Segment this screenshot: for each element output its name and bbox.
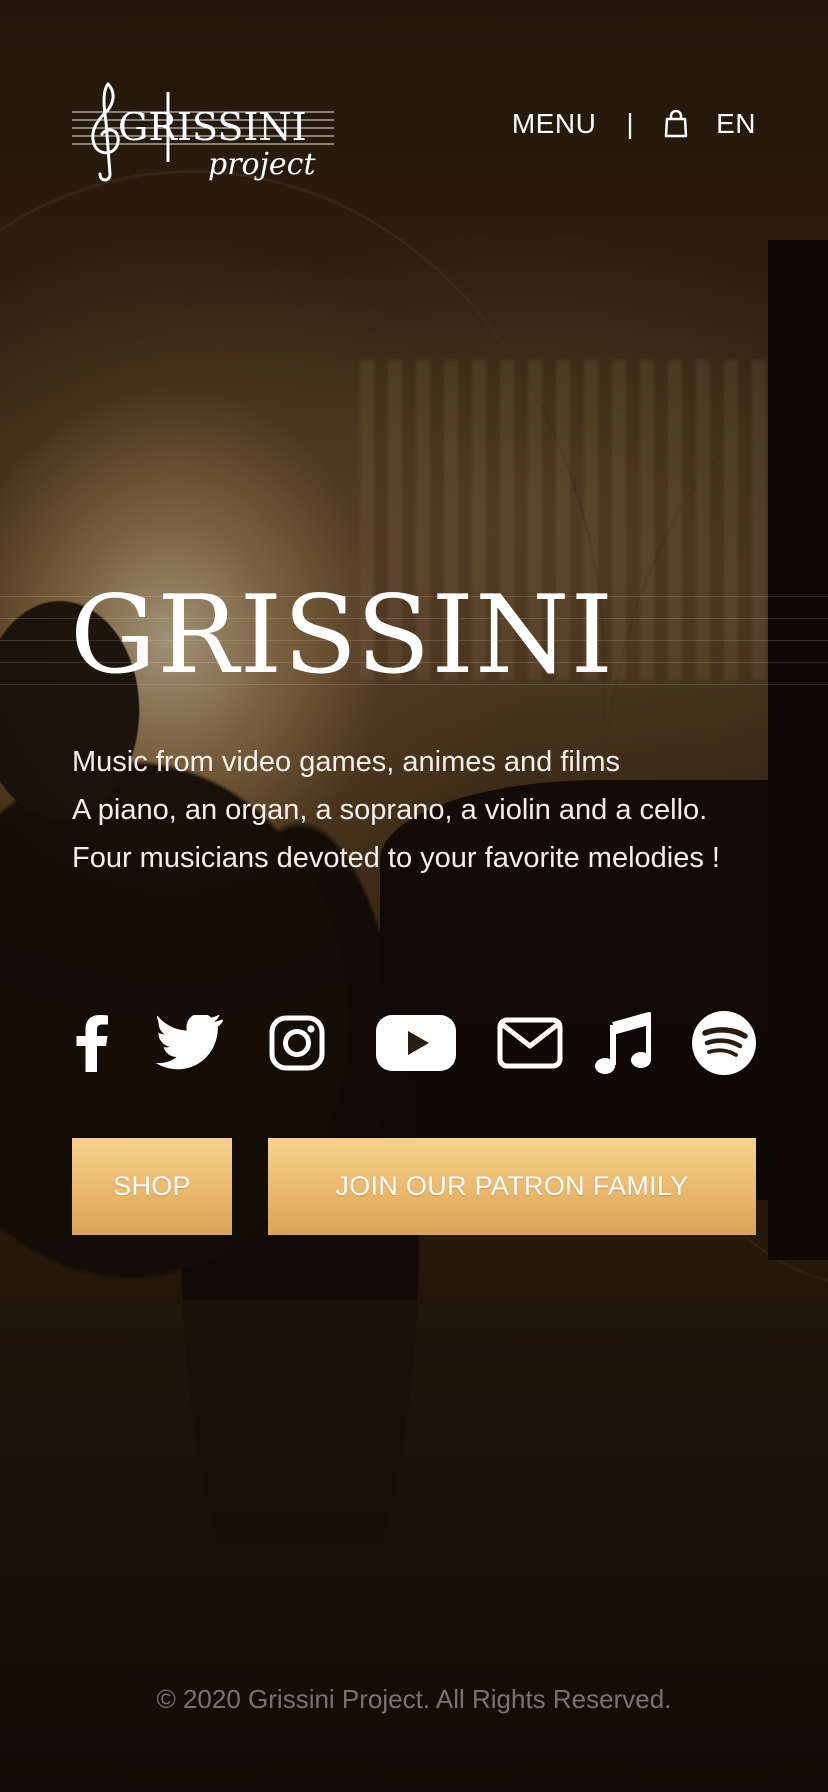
spotify-icon[interactable] (692, 1008, 756, 1078)
twitter-icon[interactable] (154, 1008, 224, 1078)
logo-graphic: GRISSINI project (72, 82, 334, 182)
shopping-bag-icon[interactable] (664, 109, 688, 138)
hero-tagline: Music from video games, animes and films… (72, 738, 720, 882)
logo-wordmark: GRISSINI (118, 105, 307, 149)
instagram-icon[interactable] (268, 1008, 326, 1078)
tagline-line: Four musicians devoted to your favorite … (72, 842, 720, 874)
logo[interactable]: GRISSINI project (72, 78, 334, 188)
tagline-line: A piano, an organ, a soprano, a violin a… (72, 794, 708, 826)
menu-button[interactable]: MENU (512, 108, 596, 140)
shop-button[interactable]: SHOP (72, 1138, 232, 1235)
hero-title: GRISSINI (70, 573, 615, 698)
background-overlay (0, 0, 828, 1792)
mail-icon[interactable] (497, 1008, 563, 1078)
logo-subtext: project (208, 147, 316, 182)
facebook-icon[interactable] (72, 1008, 112, 1078)
top-nav: MENU | EN (512, 108, 756, 140)
youtube-icon[interactable] (376, 1008, 456, 1078)
header: GRISSINI project MENU | EN (72, 78, 756, 188)
social-links (72, 1008, 756, 1078)
footer-copyright: © 2020 Grissini Project. All Rights Rese… (156, 1684, 672, 1714)
page: GRISSINI project MENU | EN GRISSINI Musi… (0, 0, 828, 1792)
tagline-line: Music from video games, animes and films (72, 746, 620, 778)
language-selector[interactable]: EN (716, 108, 756, 140)
nav-separator: | (626, 108, 635, 139)
music-note-icon[interactable] (595, 1008, 651, 1078)
join-patron-button[interactable]: JOIN OUR PATRON FAMILY (268, 1138, 756, 1235)
